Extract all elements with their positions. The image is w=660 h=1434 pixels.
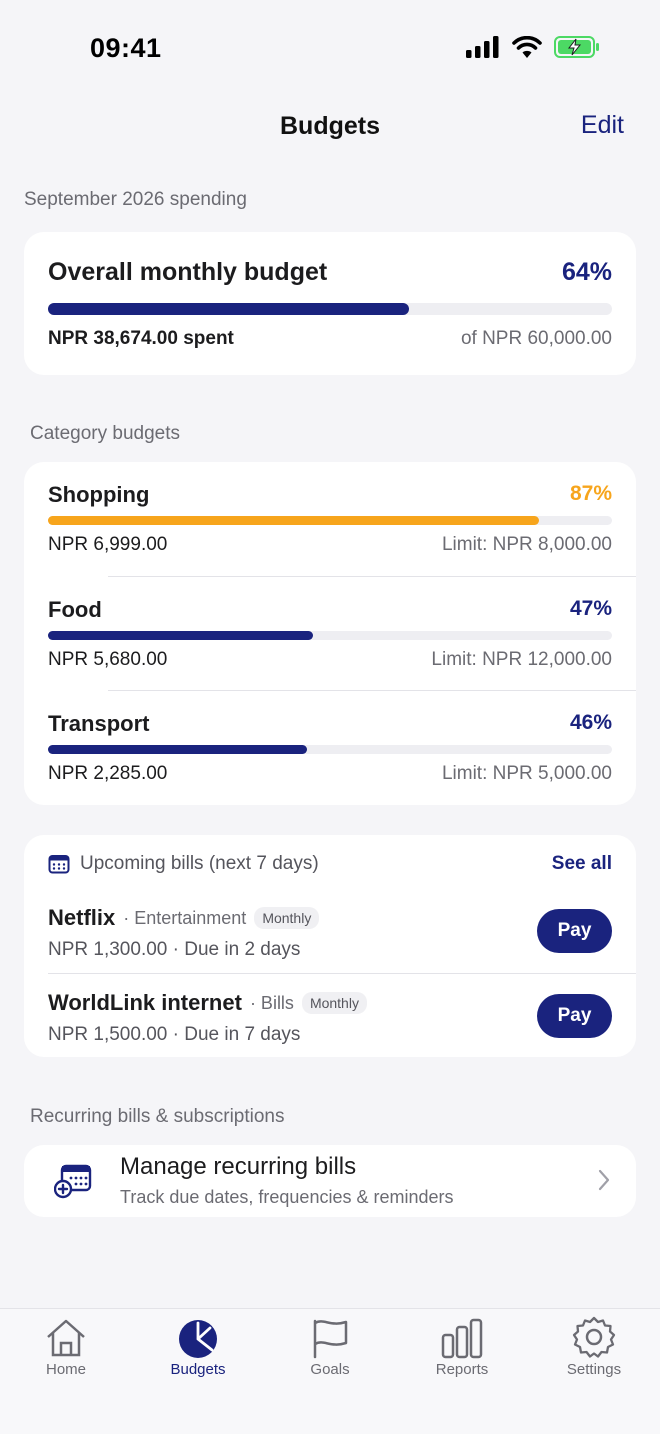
pay-button[interactable]: Pay [537,909,612,953]
bill-row-netflix[interactable]: Netflix · Entertainment Monthly NPR 1,30… [24,905,636,989]
overall-budget-card[interactable]: Overall monthly budget 64% NPR 38,674.00… [24,232,636,375]
see-all-bills-link[interactable]: See all [552,853,612,875]
tab-label: Home [45,1361,86,1378]
category-progress-fill [48,631,314,640]
category-progress-fill [48,516,539,525]
category-progress-track [48,745,612,754]
manage-recurring-subtitle: Track due dates, frequencies & reminders [120,1187,454,1207]
gear-icon [572,1316,616,1358]
overall-spent-amount: NPR 38,674.00 spent [48,328,234,349]
category-progress-track [48,631,612,640]
category-percent: 87% [569,482,612,505]
tab-home[interactable]: Home [0,1309,132,1389]
manage-recurring-title: Manage recurring bills [120,1153,357,1180]
category-limit: Limit: NPR 12,000.00 [431,649,612,670]
spending-section-label: September 2026 spending [24,189,247,210]
status-time: 09:41 [90,33,162,63]
bill-name: Netflix [48,905,116,930]
navigation-bar: Budgets Edit [0,100,660,152]
category-name: Shopping [48,482,150,507]
overall-budget-total: of NPR 60,000.00 [460,328,612,349]
status-icons [466,36,600,58]
category-spent-amount: NPR 2,285.00 [48,763,168,784]
tab-settings[interactable]: Settings [528,1309,660,1389]
category-percent: 46% [569,711,612,734]
pay-button[interactable]: Pay [537,994,612,1038]
bill-frequency-chip: Monthly [301,992,367,1014]
category-name: Transport [48,711,150,736]
overall-budget-percent: 64% [561,258,612,286]
cellular-signal-icon [466,36,499,58]
bill-details: NPR 1,500.00 · Due in 7 days [48,1024,301,1045]
tab-label: Reports [435,1361,489,1378]
category-row-shopping[interactable]: Shopping 87% NPR 6,999.00 Limit: NPR 8,0… [24,462,636,576]
category-row-transport[interactable]: Transport 46% NPR 2,285.00 Limit: NPR 5,… [24,691,636,805]
page-title: Budgets [280,112,380,140]
category-progress-fill [48,745,308,754]
category-percent: 47% [569,597,612,620]
status-bar: 09:41 [0,0,660,90]
tab-budgets[interactable]: Budgets [132,1309,264,1389]
category-section-label: Category budgets [30,423,180,444]
bill-title-line: Netflix · Entertainment Monthly [48,905,320,931]
category-name: Food [48,597,102,622]
tab-label: Goals [310,1361,350,1378]
bill-category: · Entertainment [123,907,247,928]
calendar-icon [48,855,70,874]
overall-budget-progress-track [48,303,612,315]
category-budgets-card: Shopping 87% NPR 6,999.00 Limit: NPR 8,0… [24,462,636,805]
tab-reports[interactable]: Reports [396,1309,528,1389]
overall-budget-progress-fill [48,303,409,315]
bill-name: WorldLink internet [48,990,242,1015]
wifi-icon [512,36,542,58]
category-spent-amount: NPR 5,680.00 [48,649,168,670]
row-divider [48,973,636,974]
tab-bar: Home Budgets Goals Reports Settings [0,1308,660,1434]
bill-row-worldlink[interactable]: WorldLink internet · Bills Monthly NPR 1… [24,990,636,1074]
category-row-food[interactable]: Food 47% NPR 5,680.00 Limit: NPR 12,000.… [24,577,636,691]
chevron-right-icon [598,1169,610,1191]
upcoming-bills-card: Upcoming bills (next 7 days) See all Net… [24,835,636,1057]
add-calendar-icon [54,1164,92,1199]
category-limit: Limit: NPR 5,000.00 [441,763,612,784]
bill-title-line: WorldLink internet · Bills Monthly [48,990,367,1016]
bill-category: · Bills [249,992,294,1013]
budgets-pie-icon [179,1320,217,1358]
category-spent-amount: NPR 6,999.00 [48,534,168,555]
recurring-section-label: Recurring bills & subscriptions [30,1106,285,1127]
edit-button[interactable]: Edit [581,111,624,140]
flag-icon [313,1319,348,1359]
bill-frequency-chip: Monthly [254,907,320,929]
manage-recurring-bills-row[interactable]: Manage recurring bills Track due dates, … [24,1145,636,1217]
upcoming-bills-header: Upcoming bills (next 7 days) [48,853,319,875]
category-progress-track [48,516,612,525]
bar-chart-icon [441,1318,483,1359]
bill-details: NPR 1,300.00 · Due in 2 days [48,939,301,960]
home-icon [47,1319,85,1357]
tab-goals[interactable]: Goals [264,1309,396,1389]
tab-label: Settings [566,1361,622,1378]
battery-charging-icon [554,36,599,58]
overall-budget-title: Overall monthly budget [48,258,328,286]
upcoming-bills-title: Upcoming bills (next 7 days) [80,853,319,874]
tab-label: Budgets [170,1361,226,1378]
category-limit: Limit: NPR 8,000.00 [441,534,612,555]
